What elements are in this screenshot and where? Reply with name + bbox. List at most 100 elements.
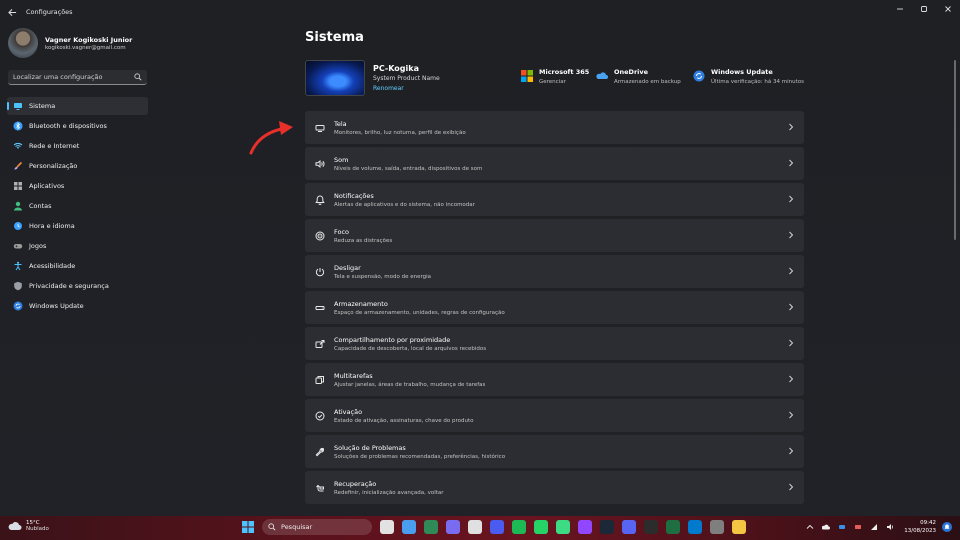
monitor-icon [14, 103, 22, 110]
sidebar-item-sistema[interactable]: Sistema [7, 97, 148, 115]
setting-multitask[interactable]: Multitarefas Ajustar janelas, áreas de tr… [305, 363, 804, 396]
sidebar-item-aplicativos[interactable]: Aplicativos [7, 177, 148, 195]
weather-description: Nublado [26, 526, 49, 532]
scrollbar[interactable] [954, 60, 956, 240]
title-bar: Configurações [0, 0, 960, 24]
brush-icon [14, 161, 23, 170]
network-icon[interactable] [870, 523, 878, 531]
sidebar-item-label: Personalização [29, 162, 78, 170]
taskbar-app-icon[interactable] [490, 520, 504, 534]
app-tray-icon[interactable] [838, 523, 846, 531]
quick-onedrive[interactable]: OneDrive Armazenado em backup [596, 68, 681, 85]
quick-title: OneDrive [614, 68, 649, 76]
taskbar-search[interactable]: Pesquisar [262, 519, 372, 535]
shield-icon [14, 281, 22, 291]
maximize-button[interactable] [912, 0, 936, 18]
back-button[interactable] [0, 0, 24, 24]
minimize-button[interactable] [888, 0, 912, 18]
setting-focus[interactable]: Foco Reduza as distrações [305, 219, 804, 252]
chevron-up-icon[interactable] [806, 523, 814, 531]
setting-title: Armazenamento [334, 299, 388, 308]
taskbar-app-icon[interactable] [578, 520, 592, 534]
start-button[interactable] [240, 519, 256, 535]
volume-icon[interactable] [886, 523, 894, 531]
window-controls [888, 0, 960, 18]
rename-link[interactable]: Renomear [373, 85, 440, 92]
taskbar-app-icon[interactable] [556, 520, 570, 534]
sidebar-item-contas[interactable]: Contas [7, 197, 148, 215]
red-arrow-annotation [249, 121, 293, 155]
notification-center-button[interactable] [942, 522, 952, 532]
sidebar-item-acessibilidade[interactable]: Acessibilidade [7, 257, 148, 275]
taskbar-app-icon[interactable] [600, 520, 614, 534]
setting-title: Recuperação [334, 479, 377, 488]
sidebar-item-label: Jogos [29, 242, 47, 250]
bluetooth-icon [13, 121, 23, 131]
taskbar-app-icon[interactable] [402, 520, 416, 534]
windows-update-icon [693, 70, 705, 82]
chevron-right-icon [789, 159, 794, 167]
gpu-tray-icon[interactable] [854, 523, 862, 531]
sidebar-item-hora-e-idioma[interactable]: Hora e idioma [7, 217, 148, 235]
microsoft365-icon [521, 70, 533, 82]
setting-description: Espaço de armazenamento, unidades, regra… [334, 309, 505, 316]
cloud-icon [8, 522, 22, 530]
taskbar-app-icon[interactable] [644, 520, 658, 534]
setting-power[interactable]: Desligar Tela e suspensão, modo de energi… [305, 255, 804, 288]
taskbar-clock[interactable]: 09:42 13/08/2023 [904, 519, 936, 535]
taskbar: 15°C Nublado Pesquisar 09:42 13/08/2023 [0, 516, 960, 540]
system-tray: 09:42 13/08/2023 [798, 519, 952, 535]
quick-microsoft365[interactable]: Microsoft 365 Gerenciar [521, 68, 589, 85]
search-icon[interactable] [134, 73, 142, 81]
setting-description: Soluções de problemas recomendadas, pref… [334, 453, 506, 460]
device-card: PC-Kogika System Product Name Renomear [305, 60, 440, 96]
sidebar-item-label: Rede e Internet [29, 142, 80, 150]
sidebar-item-personaliza-o[interactable]: Personalização [7, 157, 148, 175]
setting-recovery[interactable]: Recuperação Redefinir, inicialização avan… [305, 471, 804, 504]
settings-list: Tela Monitores, brilho, luz noturna, perf… [305, 111, 804, 507]
power-icon [315, 267, 324, 276]
taskbar-app-icon[interactable] [534, 520, 548, 534]
taskbar-app-icon[interactable] [380, 520, 394, 534]
quick-subtitle: Armazenado em backup [614, 79, 681, 85]
weather-widget[interactable]: 15°C Nublado [8, 520, 49, 532]
taskbar-app-icon[interactable] [468, 520, 482, 534]
taskbar-app-icon[interactable] [446, 520, 460, 534]
setting-title: Ativação [334, 407, 363, 416]
sidebar-item-rede-e-internet[interactable]: Rede e Internet [7, 137, 148, 155]
taskbar-app-icon[interactable] [710, 520, 724, 534]
taskbar-app-icon[interactable] [512, 520, 526, 534]
setting-storage[interactable]: Armazenamento Espaço de armazenamento, un… [305, 291, 804, 324]
maximize-icon [921, 6, 927, 12]
setting-share[interactable]: Compartilhamento por proximidade Capacida… [305, 327, 804, 360]
setting-title: Notificações [334, 191, 374, 200]
settings-search[interactable] [8, 70, 147, 85]
profile-email: kogikoski.vagner@gmail.com [45, 44, 126, 51]
onedrive-tray-icon[interactable] [822, 523, 831, 531]
sidebar-item-label: Hora e idioma [29, 222, 75, 230]
sidebar-item-windows-update[interactable]: Windows Update [7, 297, 148, 315]
setting-title: Tela [334, 119, 347, 128]
sidebar-item-bluetooth-e-dispositivos[interactable]: Bluetooth e dispositivos [7, 117, 148, 135]
taskbar-app-icon[interactable] [666, 520, 680, 534]
taskbar-app-icon[interactable] [622, 520, 636, 534]
setting-wrench[interactable]: Solução de Problemas Soluções de problema… [305, 435, 804, 468]
setting-display[interactable]: Tela Monitores, brilho, luz noturna, perf… [305, 111, 804, 144]
close-button[interactable] [936, 0, 960, 18]
quick-title: Microsoft 365 [539, 68, 590, 76]
setting-speaker[interactable]: Som Níveis de volume, saída, entrada, dis… [305, 147, 804, 180]
setting-check-circle[interactable]: Ativação Estado de ativação, assinaturas,… [305, 399, 804, 432]
quick-windows-update[interactable]: Windows Update Última verificação: há 34 … [693, 68, 804, 85]
apps-icon [14, 182, 22, 190]
search-input[interactable] [13, 73, 134, 81]
user-profile[interactable]: Vagner Kogikoski Junior kogikoski.vagner… [8, 28, 132, 58]
sidebar-item-jogos[interactable]: Jogos [7, 237, 148, 255]
minimize-icon [897, 8, 903, 10]
setting-bell[interactable]: Notificações Alertas de aplicativos e do … [305, 183, 804, 216]
gamepad-icon [13, 244, 23, 249]
taskbar-app-icon[interactable] [424, 520, 438, 534]
taskbar-app-icon[interactable] [732, 520, 746, 534]
taskbar-app-icon[interactable] [688, 520, 702, 534]
setting-title: Multitarefas [334, 371, 373, 380]
sidebar-item-privacidade-e-seguran-a[interactable]: Privacidade e segurança [7, 277, 148, 295]
